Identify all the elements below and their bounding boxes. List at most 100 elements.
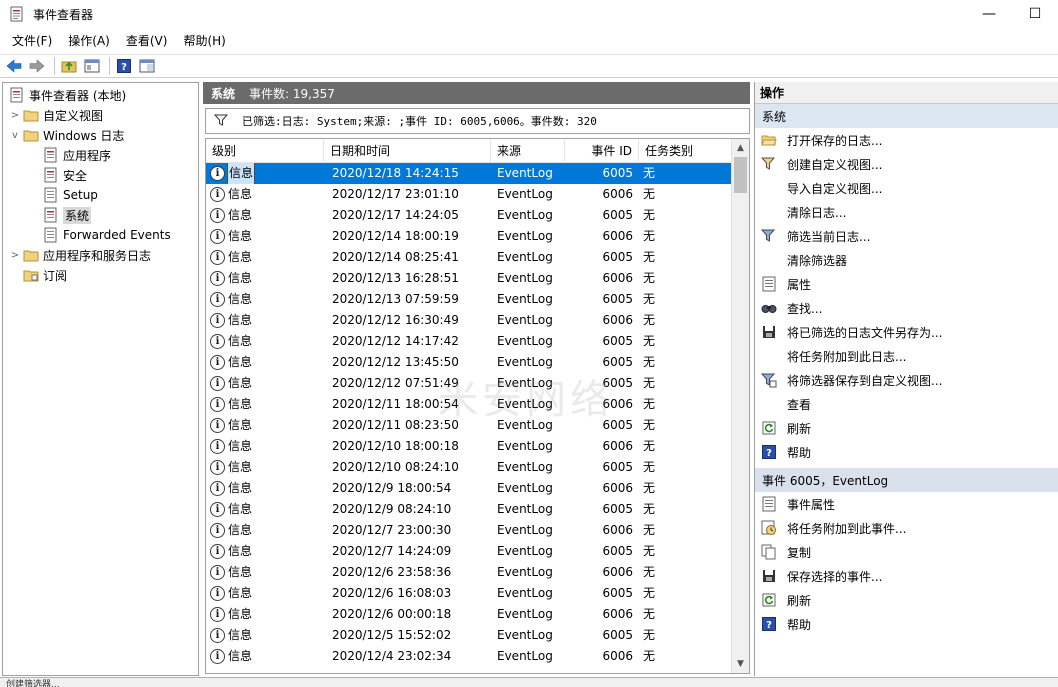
table-row[interactable]: i 信息 2020/12/12 07:51:49 EventLog 6005 无 <box>206 373 731 394</box>
action-task-1[interactable]: 将任务附加到此事件... <box>755 516 1058 540</box>
tree-item-security[interactable]: 安全 <box>41 165 87 185</box>
table-row[interactable]: i 信息 2020/12/18 14:24:15 EventLog 6005 无 <box>206 163 731 184</box>
table-row[interactable]: i 信息 2020/12/12 13:45:50 EventLog 6005 无 <box>206 352 731 373</box>
tree-item-setup[interactable]: Setup <box>41 185 98 205</box>
table-row[interactable]: i 信息 2020/12/13 07:59:59 EventLog 6005 无 <box>206 289 731 310</box>
tree-item-app-services-logs[interactable]: > 应用程序和服务日志 <box>9 245 151 265</box>
action-properties-6[interactable]: 属性 <box>755 272 1058 296</box>
chevron-right-icon[interactable]: > <box>9 250 21 261</box>
menu-view[interactable]: 查看(V) <box>118 30 176 52</box>
action-save-3[interactable]: 保存选择的事件... <box>755 564 1058 588</box>
table-row[interactable]: i 信息 2020/12/17 14:24:05 EventLog 6005 无 <box>206 205 731 226</box>
cell-level: i 信息 <box>206 457 324 478</box>
menu-file[interactable]: 文件(F) <box>4 30 60 52</box>
table-row[interactable]: i 信息 2020/12/12 16:30:49 EventLog 6006 无 <box>206 310 731 331</box>
table-row[interactable]: i 信息 2020/12/9 18:00:54 EventLog 6006 无 <box>206 478 731 499</box>
menu-action[interactable]: 操作(A) <box>60 30 118 52</box>
table-row[interactable]: i 信息 2020/12/14 08:25:41 EventLog 6005 无 <box>206 247 731 268</box>
cell-date: 2020/12/6 00:00:18 <box>332 607 452 621</box>
action-properties-0[interactable]: 事件属性 <box>755 492 1058 516</box>
table-row[interactable]: i 信息 2020/12/13 16:28:51 EventLog 6006 无 <box>206 268 731 289</box>
table-row[interactable]: i 信息 2020/12/4 23:02:34 EventLog 6006 无 <box>206 646 731 667</box>
table-row[interactable]: i 信息 2020/12/11 08:23:50 EventLog 6005 无 <box>206 415 731 436</box>
table-row[interactable]: i 信息 2020/12/14 18:00:19 EventLog 6006 无 <box>206 226 731 247</box>
action-find-7[interactable]: 查找... <box>755 296 1058 320</box>
table-row[interactable]: i 信息 2020/12/17 23:01:10 EventLog 6006 无 <box>206 184 731 205</box>
chevron-down-icon[interactable]: v <box>9 130 21 141</box>
section-header-event[interactable]: 事件 6005，EventLog <box>755 468 1058 492</box>
action-action-2[interactable]: 导入自定义视图... <box>755 176 1058 200</box>
column-event-id[interactable]: 事件 ID <box>565 139 639 163</box>
cell-task: 无 <box>643 502 656 516</box>
column-level[interactable]: 级别 <box>206 139 324 163</box>
action-filter-save-10[interactable]: 将筛选器保存到自定义视图... <box>755 368 1058 392</box>
action-help-13[interactable]: ? 帮助 <box>755 440 1058 464</box>
action-open-folder-0[interactable]: 打开保存的日志... <box>755 128 1058 152</box>
action-copy-2[interactable]: 复制 <box>755 540 1058 564</box>
action-action-5[interactable]: 清除筛选器 <box>755 248 1058 272</box>
svg-text:?: ? <box>766 448 772 459</box>
action-help-5[interactable]: ? 帮助 <box>755 612 1058 636</box>
cell-date: 2020/12/17 14:24:05 <box>332 208 459 222</box>
back-icon[interactable] <box>4 56 24 76</box>
tree-label: 应用程序 <box>63 148 112 163</box>
table-row[interactable]: i 信息 2020/12/6 16:08:03 EventLog 6005 无 <box>206 583 731 604</box>
table-row[interactable]: i 信息 2020/12/9 08:24:10 EventLog 6005 无 <box>206 499 731 520</box>
tree-item-forwarded-events[interactable]: Forwarded Events <box>41 225 171 245</box>
minimize-button[interactable]: — <box>966 0 1012 28</box>
column-task[interactable]: 任务类别 <box>639 139 731 163</box>
action-action-3[interactable]: 清除日志... <box>755 200 1058 224</box>
scroll-down-icon[interactable]: ▼ <box>732 655 749 673</box>
action-refresh-4[interactable]: 刷新 <box>755 588 1058 612</box>
chevron-right-icon[interactable]: > <box>9 110 21 121</box>
cell-task: 无 <box>643 523 656 537</box>
tree-item-system[interactable]: 系统 <box>41 205 92 225</box>
properties-icon[interactable] <box>137 56 157 76</box>
column-source[interactable]: 来源 <box>491 139 565 163</box>
action-refresh-12[interactable]: 刷新 <box>755 416 1058 440</box>
table-row[interactable]: i 信息 2020/12/11 18:00:54 EventLog 6006 无 <box>206 394 731 415</box>
tree-item-application[interactable]: 应用程序 <box>41 145 111 165</box>
action-save-8[interactable]: 将已筛选的日志文件另存为... <box>755 320 1058 344</box>
action-filter-create-1[interactable]: 创建自定义视图... <box>755 152 1058 176</box>
table-row[interactable]: i 信息 2020/12/7 23:00:30 EventLog 6006 无 <box>206 520 731 541</box>
action-label: 刷新 <box>787 421 812 436</box>
table-row[interactable]: i 信息 2020/12/10 18:00:18 EventLog 6006 无 <box>206 436 731 457</box>
table-row[interactable]: i 信息 2020/12/6 23:58:36 EventLog 6006 无 <box>206 562 731 583</box>
event-table: 级别 日期和时间 来源 事件 ID 任务类别 i 信息 2020/12/18 14:… <box>205 138 750 674</box>
table-row[interactable]: i 信息 2020/12/10 08:24:10 EventLog 6005 无 <box>206 457 731 478</box>
action-filter-4[interactable]: 筛选当前日志... <box>755 224 1058 248</box>
toolbar-separator <box>109 57 110 75</box>
action-action-9[interactable]: 将任务附加到此日志... <box>755 344 1058 368</box>
cell-source: EventLog <box>497 418 553 432</box>
tree-item-custom-views[interactable]: > 自定义视图 <box>9 105 103 125</box>
cell-date: 2020/12/6 16:08:03 <box>332 586 452 600</box>
action-label: 清除筛选器 <box>787 253 848 268</box>
folder-up-icon[interactable] <box>59 56 79 76</box>
log-icon <box>43 147 59 163</box>
cell-level: i 信息 <box>206 352 324 373</box>
vertical-scrollbar[interactable]: ▲ ▼ <box>731 139 749 673</box>
table-row[interactable]: i 信息 2020/12/12 14:17:42 EventLog 6005 无 <box>206 331 731 352</box>
event-viewer-icon <box>9 87 25 103</box>
scroll-up-icon[interactable]: ▲ <box>732 139 749 157</box>
show-pane-icon[interactable] <box>82 56 102 76</box>
table-row[interactable]: i 信息 2020/12/7 14:24:09 EventLog 6005 无 <box>206 541 731 562</box>
tree-label: 订阅 <box>43 268 68 283</box>
table-row[interactable]: i 信息 2020/12/6 00:00:18 EventLog 6006 无 <box>206 604 731 625</box>
help-icon[interactable]: ? <box>114 56 134 76</box>
column-date[interactable]: 日期和时间 <box>324 139 491 163</box>
maximize-button[interactable]: ☐ <box>1012 0 1058 28</box>
info-icon: i <box>210 418 225 433</box>
tree-item-subscriptions[interactable]: 订阅 <box>21 265 67 285</box>
cell-source: EventLog <box>497 502 553 516</box>
menu-help[interactable]: 帮助(H) <box>175 30 233 52</box>
forward-icon[interactable] <box>27 56 47 76</box>
tree-root[interactable]: 事件查看器 (本地) <box>7 85 126 105</box>
scroll-thumb[interactable] <box>734 157 747 193</box>
tree-item-windows-logs[interactable]: v Windows 日志 <box>9 125 124 145</box>
action-action-11[interactable]: 查看 <box>755 392 1058 416</box>
table-row[interactable]: i 信息 2020/12/5 15:52:02 EventLog 6005 无 <box>206 625 731 646</box>
section-header-system[interactable]: 系统 <box>755 104 1058 128</box>
event-viewer-icon <box>10 6 23 22</box>
